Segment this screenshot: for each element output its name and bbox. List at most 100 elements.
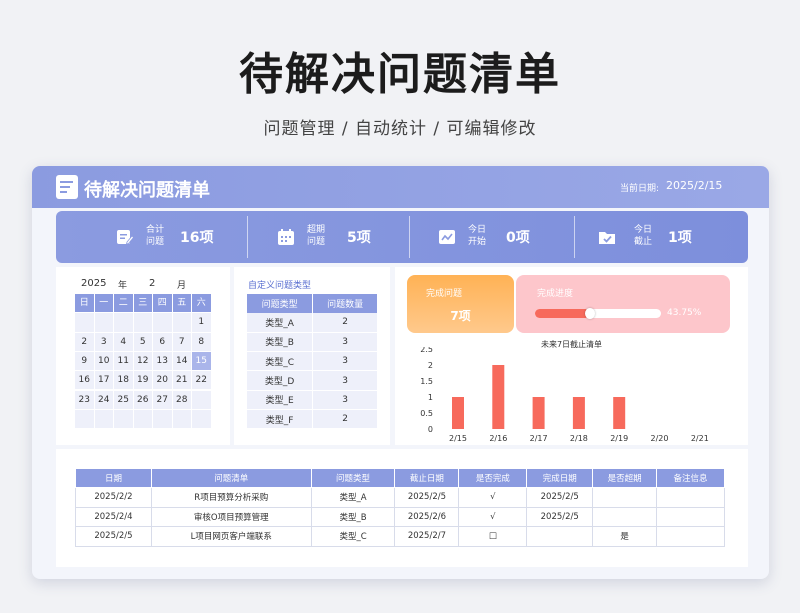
table-cell: 是 (592, 526, 658, 547)
calendar-day[interactable]: 21 (172, 371, 192, 391)
calendar-day (114, 313, 134, 333)
table-cell: 2025/2/5 (75, 526, 152, 547)
chart-bar (532, 397, 545, 429)
calendar-day[interactable]: 9 (75, 351, 95, 372)
calendar-day[interactable]: 5 (133, 332, 153, 352)
calendar-day[interactable]: 8 (192, 332, 212, 352)
document-icon (56, 175, 78, 199)
calendar-day (94, 313, 114, 333)
calendar-day[interactable]: 16 (75, 371, 95, 391)
type-name-cell: 类型_F (247, 409, 314, 430)
types-header-type: 问题类型 (247, 294, 314, 313)
x-tick-label: 2/20 (651, 434, 669, 443)
types-row: 类型_E 3 (247, 390, 378, 410)
completed-checkbox[interactable]: □ (458, 526, 528, 547)
card-header: 待解决问题清单 当前日期: 2025/2/15 (32, 166, 769, 208)
calendar-day (75, 409, 95, 430)
calendar-day[interactable]: 2 (75, 332, 95, 352)
issue-list-table: 日期 问题清单 问题类型 截止日期 是否完成 完成日期 是否超期 备注信息 2025/2/2 R… (75, 468, 725, 547)
calendar-day (114, 409, 134, 430)
types-row: 类型_A 2 (247, 313, 378, 333)
calendar-day[interactable]: 14 (172, 351, 192, 372)
list-header-cell: 问题清单 (150, 468, 312, 488)
x-tick-label: 2/19 (610, 434, 628, 443)
stat-label: 今日截止 (634, 225, 653, 247)
calendar-day (133, 409, 153, 430)
calendar-day[interactable]: 18 (114, 371, 134, 391)
hero-subtitle: 问题管理 / 自动统计 / 可编辑修改 (263, 119, 537, 139)
stat-value: 1项 (668, 230, 692, 246)
calendar-day[interactable]: 7 (172, 332, 192, 352)
table-cell: 审核O项目预算管理 (150, 506, 312, 527)
calendar-day[interactable]: 6 (153, 332, 173, 352)
completed-checkbox[interactable]: √ (458, 506, 528, 527)
calendar-day[interactable]: 1 (192, 313, 212, 333)
calendar-panel: 2025 年 2 月 日一二三四五六 1 2 3 4 5 6 7 8 9 10 11 12 13 14 15 1… (56, 267, 230, 445)
calendar-day[interactable]: 15 (192, 351, 212, 372)
table-cell: 类型_B (310, 506, 396, 527)
y-tick-label: 1.5 (420, 377, 433, 386)
done-issues-label: 完成问题 (426, 289, 463, 299)
progress-fill (535, 309, 591, 318)
calendar-day[interactable]: 20 (153, 371, 173, 391)
table-cell: 类型_A (310, 487, 396, 508)
table-cell: 2025/2/6 (394, 506, 460, 527)
calendar-day[interactable]: 3 (94, 332, 114, 352)
calendar-day[interactable]: 25 (114, 390, 134, 410)
progress-panel: 完成问题 7项 完成进度 43.75% 未来7日截止清单 0 0.5 1 1.5 2 2.… (395, 267, 748, 445)
list-header-cell: 是否完成 (458, 468, 528, 488)
completed-checkbox[interactable]: √ (458, 487, 528, 508)
chart-bar (572, 397, 585, 429)
types-row: 类型_D 3 (247, 370, 378, 391)
edit-note-icon (117, 230, 134, 245)
calendar-day (153, 313, 173, 333)
calendar-day[interactable]: 10 (94, 351, 114, 372)
dashboard-card: 待解决问题清单 当前日期: 2025/2/15 合计问题 16项 超期问题 5项… (32, 166, 769, 579)
type-count-cell: 3 (312, 351, 378, 372)
y-tick-label: 2.5 (420, 347, 433, 354)
calendar-day[interactable]: 13 (153, 351, 173, 372)
type-count-cell: 2 (312, 409, 378, 430)
table-cell (592, 487, 658, 508)
chart-bar (452, 397, 464, 429)
y-tick-label: 2 (428, 361, 433, 370)
calendar-day[interactable]: 26 (133, 390, 153, 410)
table-row[interactable]: 2025/2/2 R项目预算分析采购 类型_A 2025/2/5 √ 2025/2/5 (75, 487, 725, 508)
types-panel-title: 自定义问题类型 (248, 281, 312, 291)
calendar-day[interactable]: 22 (192, 371, 212, 391)
trend-chart-icon (439, 230, 455, 244)
table-row[interactable]: 2025/2/4 审核O项目预算管理 类型_B 2025/2/6 √ 2025/2/5 (75, 506, 725, 527)
list-header-cell: 备注信息 (656, 468, 725, 488)
table-cell: 2025/2/5 (526, 506, 594, 527)
calendar-day[interactable]: 4 (114, 332, 134, 352)
calendar-day[interactable]: 28 (172, 390, 192, 410)
type-count-cell: 2 (312, 313, 378, 333)
calendar-day[interactable]: 23 (75, 390, 95, 410)
calendar-day[interactable]: 12 (133, 351, 153, 372)
calendar-icon (278, 229, 294, 245)
progress-value: 43.75% (667, 308, 702, 318)
done-issues-card: 完成问题 7项 (407, 275, 514, 333)
calendar-weekday: 五 (172, 294, 192, 314)
list-header-cell: 截止日期 (394, 468, 460, 488)
list-header-cell: 是否超期 (592, 468, 658, 488)
list-header-cell: 问题类型 (310, 468, 396, 488)
calendar-day (172, 409, 192, 430)
calendar-weekday: 三 (133, 294, 153, 314)
calendar-day[interactable]: 27 (153, 390, 173, 410)
calendar-day[interactable]: 24 (94, 390, 114, 410)
x-tick-label: 2/18 (570, 434, 588, 443)
calendar-day[interactable]: 17 (94, 371, 114, 391)
calendar-day[interactable]: 11 (114, 351, 134, 372)
stat-divider (247, 216, 248, 258)
table-cell: 2025/2/5 (526, 487, 594, 508)
calendar-day[interactable]: 19 (133, 371, 153, 391)
progress-label: 完成进度 (537, 289, 574, 299)
x-tick-label: 2/17 (530, 434, 548, 443)
table-row[interactable]: 2025/2/5 L项目网页客户端联系 类型_C 2025/2/7 □ 是 (75, 526, 725, 547)
calendar-day (172, 313, 192, 333)
x-tick-label: 2/15 (449, 434, 467, 443)
list-header-cell: 完成日期 (526, 468, 594, 488)
stat-value: 5项 (347, 230, 371, 246)
hero-title: 待解决问题清单 (239, 49, 561, 100)
